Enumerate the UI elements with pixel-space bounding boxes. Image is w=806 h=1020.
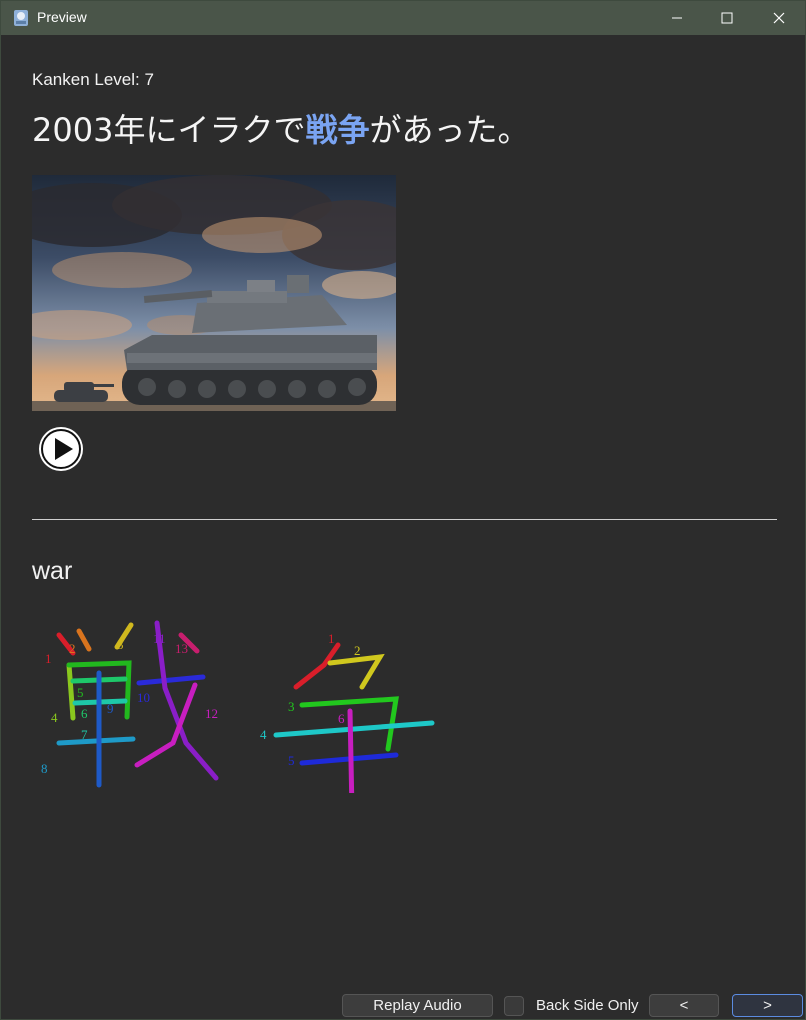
svg-text:5: 5 bbox=[77, 685, 84, 700]
replay-audio-button[interactable]: Replay Audio bbox=[342, 994, 493, 1017]
back-side-only-label: Back Side Only bbox=[536, 997, 639, 1014]
meaning-text: war bbox=[32, 557, 73, 585]
footer-bar: Replay Audio Back Side Only < > bbox=[1, 985, 805, 1019]
play-audio-button[interactable] bbox=[38, 426, 84, 472]
minimize-icon bbox=[672, 17, 682, 19]
previous-button[interactable]: < bbox=[649, 994, 719, 1017]
sentence-after: があった。 bbox=[369, 111, 530, 149]
svg-text:6: 6 bbox=[81, 706, 88, 721]
next-button[interactable]: > bbox=[732, 994, 803, 1017]
svg-text:4: 4 bbox=[260, 727, 267, 742]
svg-text:1: 1 bbox=[328, 631, 335, 646]
close-button[interactable] bbox=[753, 1, 805, 35]
svg-text:9: 9 bbox=[107, 701, 114, 716]
stroke-order-kanji-2: 1 2 3 4 5 6 bbox=[260, 631, 435, 793]
svg-text:3: 3 bbox=[117, 637, 124, 652]
sentence-highlight: 戦争 bbox=[305, 111, 370, 149]
tank-photo bbox=[32, 175, 396, 411]
svg-text:5: 5 bbox=[288, 753, 295, 768]
svg-text:2: 2 bbox=[354, 643, 361, 658]
maximize-icon bbox=[721, 12, 733, 24]
svg-text:13: 13 bbox=[175, 641, 188, 656]
maximize-button[interactable] bbox=[701, 1, 753, 35]
svg-text:10: 10 bbox=[137, 690, 150, 705]
svg-text:3: 3 bbox=[288, 699, 295, 714]
svg-text:8: 8 bbox=[41, 761, 48, 776]
example-sentence: 2003年にイラクで戦争があった。 bbox=[32, 105, 529, 151]
svg-text:4: 4 bbox=[51, 710, 58, 725]
preview-window: Preview Kanken Level: 7 2003年にイラクで戦争があった… bbox=[0, 0, 806, 1020]
card-content: Kanken Level: 7 2003年にイラクで戦争があった。 war 1 … bbox=[1, 35, 805, 985]
card-divider bbox=[32, 519, 777, 520]
svg-text:2: 2 bbox=[69, 641, 76, 656]
window-title: Preview bbox=[37, 9, 87, 25]
title-bar[interactable]: Preview bbox=[1, 1, 805, 35]
stroke-order-kanji-1: 1 2 3 4 5 6 7 8 9 10 11 12 13 bbox=[41, 620, 219, 788]
sentence-before: 2003年にイラクで bbox=[32, 111, 306, 149]
kanken-level: Kanken Level: 7 bbox=[32, 70, 154, 89]
svg-text:7: 7 bbox=[81, 727, 88, 742]
svg-text:1: 1 bbox=[45, 651, 52, 666]
svg-text:12: 12 bbox=[205, 706, 218, 721]
close-icon bbox=[773, 12, 785, 24]
back-side-only-checkbox[interactable] bbox=[504, 996, 524, 1016]
svg-text:11: 11 bbox=[153, 631, 166, 646]
minimize-button[interactable] bbox=[651, 1, 703, 35]
app-icon bbox=[14, 10, 28, 26]
svg-text:6: 6 bbox=[338, 711, 345, 726]
